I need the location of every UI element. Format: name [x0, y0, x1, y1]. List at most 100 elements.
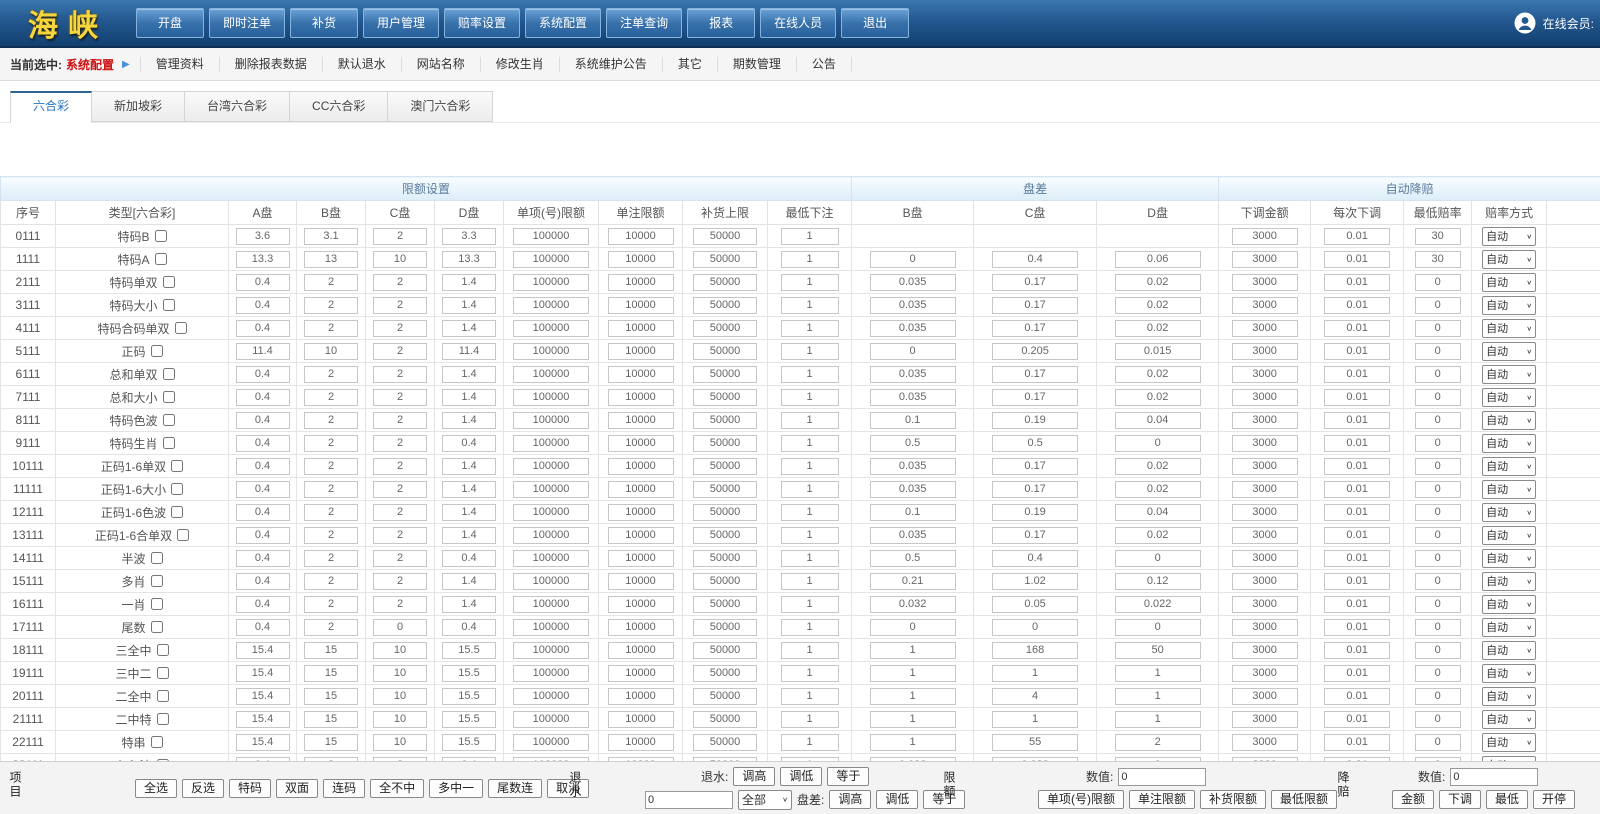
- tab-3[interactable]: CC六合彩: [290, 91, 388, 122]
- input-item-limit[interactable]: [513, 228, 589, 245]
- input-restock-limit[interactable]: [693, 458, 757, 475]
- input-diff-c[interactable]: [992, 550, 1078, 567]
- odds-mode-select[interactable]: 自动∨: [1482, 549, 1536, 568]
- input-bet-limit[interactable]: [608, 343, 674, 360]
- row-select-checkbox[interactable]: [177, 529, 189, 541]
- input-item-limit[interactable]: [513, 504, 589, 521]
- input-restock-limit[interactable]: [693, 619, 757, 636]
- odds-mode-select[interactable]: 自动∨: [1482, 641, 1536, 660]
- input-odds-c[interactable]: [373, 688, 427, 705]
- input-odds-b[interactable]: [304, 573, 358, 590]
- input-odds-b[interactable]: [304, 366, 358, 383]
- input-diff-b[interactable]: [870, 642, 956, 659]
- input-odds-c[interactable]: [373, 481, 427, 498]
- input-odds-a[interactable]: [236, 412, 290, 429]
- submenu-item-1[interactable]: 删除报表数据: [219, 57, 322, 72]
- input-diff-c[interactable]: [992, 251, 1078, 268]
- input-bet-limit[interactable]: [608, 665, 674, 682]
- input-odds-d[interactable]: [442, 435, 496, 452]
- input-down-step[interactable]: [1324, 711, 1390, 728]
- input-min-bet[interactable]: [781, 665, 839, 682]
- input-odds-d[interactable]: [442, 550, 496, 567]
- row-select-checkbox[interactable]: [163, 368, 175, 380]
- item-filter-button-7[interactable]: 尾数连: [488, 779, 542, 798]
- input-bet-limit[interactable]: [608, 642, 674, 659]
- submenu-item-4[interactable]: 修改生肖: [480, 57, 559, 72]
- input-min-bet[interactable]: [781, 527, 839, 544]
- odds-mode-select[interactable]: 自动∨: [1482, 227, 1536, 246]
- input-odds-d[interactable]: [442, 274, 496, 291]
- input-min-odds[interactable]: [1415, 596, 1461, 613]
- limit-apply-button-2[interactable]: 补货限额: [1200, 790, 1266, 809]
- input-min-odds[interactable]: [1415, 389, 1461, 406]
- input-odds-b[interactable]: [304, 297, 358, 314]
- input-min-bet[interactable]: [781, 596, 839, 613]
- input-down-amount[interactable]: [1232, 389, 1298, 406]
- input-diff-b[interactable]: [870, 297, 956, 314]
- input-diff-b[interactable]: [870, 550, 956, 567]
- input-restock-limit[interactable]: [693, 481, 757, 498]
- input-odds-d[interactable]: [442, 688, 496, 705]
- rebate-amount-input[interactable]: [645, 791, 733, 809]
- input-odds-d[interactable]: [442, 527, 496, 544]
- input-diff-c[interactable]: [992, 619, 1078, 636]
- input-odds-d[interactable]: [442, 297, 496, 314]
- input-item-limit[interactable]: [513, 458, 589, 475]
- input-down-step[interactable]: [1324, 274, 1390, 291]
- input-diff-d[interactable]: [1115, 481, 1201, 498]
- item-filter-button-3[interactable]: 双面: [276, 779, 318, 798]
- input-odds-b[interactable]: [304, 274, 358, 291]
- input-odds-b[interactable]: [304, 412, 358, 429]
- input-restock-limit[interactable]: [693, 366, 757, 383]
- input-item-limit[interactable]: [513, 481, 589, 498]
- row-select-checkbox[interactable]: [163, 391, 175, 403]
- input-down-step[interactable]: [1324, 734, 1390, 751]
- input-odds-a[interactable]: [236, 366, 290, 383]
- input-diff-b[interactable]: [870, 458, 956, 475]
- input-odds-c[interactable]: [373, 343, 427, 360]
- online-members-indicator[interactable]: 在线会员:: [1513, 0, 1594, 46]
- input-bet-limit[interactable]: [608, 504, 674, 521]
- input-bet-limit[interactable]: [608, 435, 674, 452]
- row-select-checkbox[interactable]: [155, 230, 167, 242]
- input-odds-b[interactable]: [304, 481, 358, 498]
- row-select-checkbox[interactable]: [157, 690, 169, 702]
- input-restock-limit[interactable]: [693, 573, 757, 590]
- input-restock-limit[interactable]: [693, 297, 757, 314]
- input-min-bet[interactable]: [781, 274, 839, 291]
- input-odds-a[interactable]: [236, 274, 290, 291]
- row-select-checkbox[interactable]: [163, 414, 175, 426]
- input-item-limit[interactable]: [513, 412, 589, 429]
- input-odds-a[interactable]: [236, 297, 290, 314]
- input-diff-c[interactable]: [992, 573, 1078, 590]
- input-down-amount[interactable]: [1232, 550, 1298, 567]
- input-bet-limit[interactable]: [608, 619, 674, 636]
- topnav-item-6[interactable]: 注单查询: [606, 8, 682, 38]
- input-diff-d[interactable]: [1115, 665, 1201, 682]
- input-odds-a[interactable]: [236, 596, 290, 613]
- input-diff-d[interactable]: [1115, 343, 1201, 360]
- reduce-apply-button-2[interactable]: 最低: [1486, 790, 1528, 809]
- input-diff-d[interactable]: [1115, 688, 1201, 705]
- input-bet-limit[interactable]: [608, 550, 674, 567]
- row-select-checkbox[interactable]: [171, 506, 183, 518]
- input-odds-c[interactable]: [373, 527, 427, 544]
- input-diff-b[interactable]: [870, 504, 956, 521]
- input-odds-a[interactable]: [236, 550, 290, 567]
- row-select-checkbox[interactable]: [163, 299, 175, 311]
- tab-4[interactable]: 澳门六合彩: [388, 91, 493, 122]
- input-item-limit[interactable]: [513, 734, 589, 751]
- topnav-item-7[interactable]: 报表: [687, 8, 755, 38]
- input-diff-c[interactable]: [992, 711, 1078, 728]
- input-odds-a[interactable]: [236, 320, 290, 337]
- input-min-odds[interactable]: [1415, 504, 1461, 521]
- input-diff-d[interactable]: [1115, 504, 1201, 521]
- odds-mode-select[interactable]: 自动∨: [1482, 664, 1536, 683]
- input-bet-limit[interactable]: [608, 711, 674, 728]
- input-diff-c[interactable]: [992, 274, 1078, 291]
- row-select-checkbox[interactable]: [151, 621, 163, 633]
- item-filter-button-5[interactable]: 全不中: [370, 779, 424, 798]
- input-odds-b[interactable]: [304, 320, 358, 337]
- input-min-bet[interactable]: [781, 573, 839, 590]
- odds-mode-select[interactable]: 自动∨: [1482, 411, 1536, 430]
